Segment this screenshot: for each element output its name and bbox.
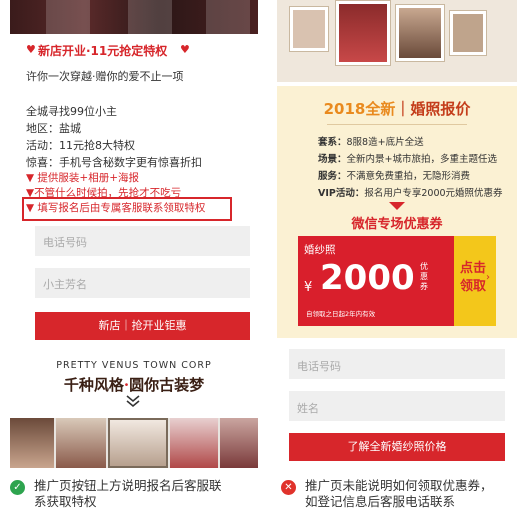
caption-line: 系获取特权 [34, 494, 97, 509]
slogan: 千种风格·圆你古装梦 [10, 374, 258, 395]
phone-placeholder: 电话号码 [297, 360, 341, 373]
info-line: 活动：11元抢8大特权 [26, 139, 135, 152]
double-chevron-down-icon [126, 395, 140, 408]
perk-line-highlighted: ▼ 填写报名后由专属客服联系领取特权 [26, 202, 206, 214]
caption-line: 推广页按钮上方说明报名后客服联 [34, 478, 222, 493]
coupon-body: 婚纱照 ¥ 2000 优惠券 自领取之日起2年内有效 [298, 236, 454, 326]
heart-icon: ♥ [180, 43, 190, 56]
name-input[interactable]: 小主芳名 [35, 268, 250, 298]
photo-frame [289, 6, 329, 52]
price-title-sep: ｜ [395, 100, 411, 118]
info-line: 地区：盐城 [26, 122, 81, 135]
cross-icon: ✕ [281, 480, 296, 495]
photo-frame [395, 4, 445, 62]
studio-photo-banner [277, 0, 517, 82]
coupon-amount: 2000 [320, 258, 415, 298]
top-photo-banner [10, 0, 258, 34]
subheadline: 许你一次穿越·赠你的爱不止一项 [26, 70, 184, 83]
phone-placeholder: 电话号码 [43, 236, 87, 249]
headline: 新店开业·11元抢定特权 [38, 44, 168, 58]
photo-frame [335, 0, 391, 66]
phone-input[interactable]: 电话号码 [289, 349, 505, 379]
vip-row: VIP活动：报名用户专享2000元婚照优惠券 [318, 188, 503, 199]
scene-row: 场景：全新内景+城市旅拍，多重主题任选 [318, 154, 497, 165]
check-icon: ✓ [10, 480, 25, 495]
chevron-right-icon: › [486, 272, 490, 283]
price-title-year: 2018全新 [323, 100, 396, 118]
package-row: 套系：8服8造+底片全送 [318, 137, 424, 148]
name-input[interactable]: 姓名 [289, 391, 505, 421]
corp-name: PRETTY VENUS TOWN CORP [56, 360, 212, 371]
coupon-title: 微信专场优惠券 [351, 217, 443, 232]
caption-line: 推广页未能说明如何领取优惠券， [305, 478, 493, 493]
submit-button[interactable]: 了解全新婚纱照价格 [289, 433, 505, 461]
coupon-kind: 婚纱照 [304, 244, 336, 256]
slogan-part: 圆你古装梦 [129, 376, 205, 394]
good-caption: 推广页按钮上方说明报名后客服联 系获取特权 [34, 478, 222, 510]
service-row: 服务：不满意免费重拍，无隐形消费 [318, 171, 471, 182]
name-placeholder: 姓名 [297, 402, 319, 415]
triangle-down-icon [389, 202, 405, 210]
info-line: 惊喜：手机号含秘数字更有惊喜折扣 [26, 156, 202, 169]
left-landing-page: ♥ 新店开业·11元抢定特权 ♥ 许你一次穿越·赠你的爱不止一项 全城寻找99位… [10, 0, 258, 468]
caption-line: 如登记信息后客服电话联系 [305, 494, 456, 509]
name-placeholder: 小主芳名 [43, 278, 87, 291]
slogan-part: 千种风格 [63, 376, 124, 394]
coupon-claim[interactable]: 点击领取 › [454, 236, 496, 326]
phone-input[interactable]: 电话号码 [35, 226, 250, 256]
price-title-rest: 婚照报价 [410, 100, 471, 118]
divider [327, 124, 467, 125]
info-line: 全城寻找99位小主 [26, 105, 117, 118]
submit-button[interactable]: 新店｜抢开业钜惠 [35, 312, 250, 340]
right-landing-page: 2018全新｜婚照报价 套系：8服8造+底片全送 场景：全新内景+城市旅拍，多重… [277, 0, 517, 468]
price-title: 2018全新｜婚照报价 [277, 98, 517, 119]
costume-photo-strip [10, 418, 258, 468]
heart-icon: ♥ [26, 43, 36, 56]
coupon-note: 自领取之日起2年内有效 [306, 310, 376, 318]
coupon[interactable]: 婚纱照 ¥ 2000 优惠券 自领取之日起2年内有效 点击领取 › [298, 236, 496, 326]
bad-caption: 推广页未能说明如何领取优惠券， 如登记信息后客服电话联系 [305, 478, 493, 510]
perk-line: ▼ 提供服装+相册+海报 [26, 172, 140, 184]
photo-frame [449, 10, 487, 56]
coupon-unit: 优惠券 [420, 262, 428, 291]
coupon-currency: ¥ [304, 280, 313, 295]
